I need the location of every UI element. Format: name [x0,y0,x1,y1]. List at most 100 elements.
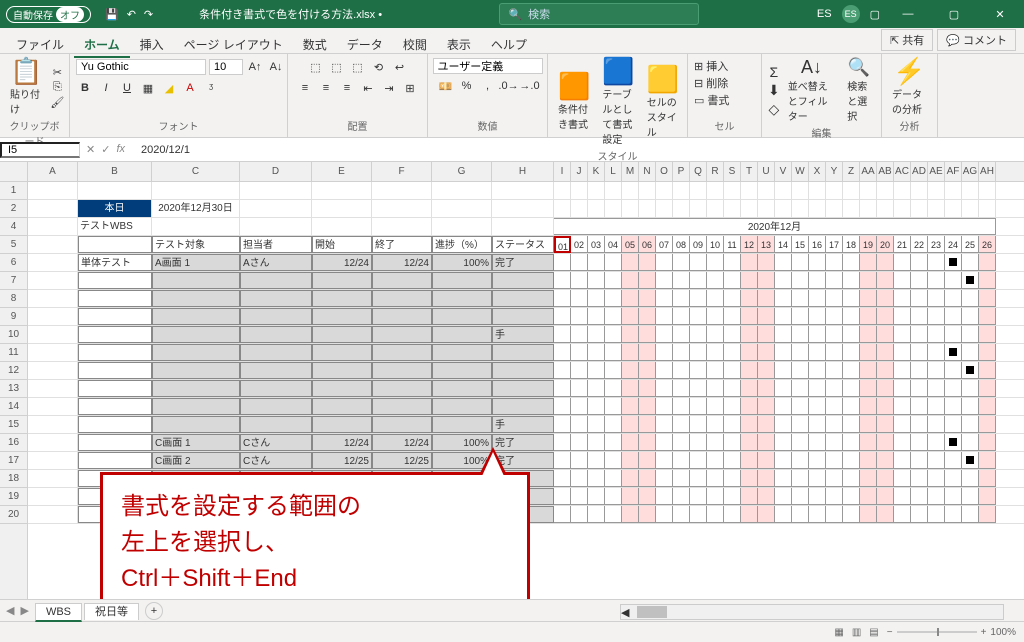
cell[interactable] [843,344,860,361]
cell[interactable] [894,488,911,505]
ribbon-mode-icon[interactable]: ▢ [870,8,880,21]
cell[interactable] [962,362,979,379]
cell[interactable] [554,344,571,361]
cell[interactable] [656,380,673,397]
cell[interactable] [945,254,962,271]
cell[interactable] [554,470,571,487]
col-header[interactable]: M [622,162,639,181]
cell[interactable] [860,182,877,199]
number-format[interactable] [433,58,543,74]
cell[interactable] [622,434,639,451]
save-icon[interactable]: 💾 [105,8,119,21]
cell[interactable] [656,434,673,451]
format-cells-button[interactable]: ▭ 書式 [694,92,729,108]
cell[interactable] [945,488,962,505]
cell[interactable] [432,308,492,325]
tab-ページ レイアウト[interactable]: ページ レイアウト [174,34,293,56]
cell[interactable]: 15 [792,236,809,253]
cell[interactable] [809,362,826,379]
cell[interactable] [928,362,945,379]
cell[interactable] [28,380,78,397]
cell[interactable] [240,272,312,289]
cell[interactable] [758,416,775,433]
cell[interactable] [894,452,911,469]
cell[interactable] [758,506,775,523]
page-layout-view-icon[interactable]: ▥ [852,627,861,638]
col-header[interactable]: N [639,162,656,181]
row-header[interactable]: 16 [0,434,27,452]
cell[interactable] [432,344,492,361]
cell[interactable] [775,434,792,451]
cell[interactable] [432,362,492,379]
cell[interactable] [588,488,605,505]
cell[interactable]: 06 [639,236,656,253]
cell[interactable] [911,362,928,379]
col-header[interactable]: F [372,162,432,181]
cell[interactable] [690,254,707,271]
cell[interactable] [240,416,312,433]
cell[interactable] [28,452,78,469]
cell[interactable] [979,470,996,487]
cell[interactable] [724,488,741,505]
normal-view-icon[interactable]: ▦ [834,627,843,638]
add-sheet-button[interactable]: + [145,602,163,620]
undo-icon[interactable]: ↶ [127,8,136,21]
col-header[interactable]: A [28,162,78,181]
cell[interactable] [928,200,945,217]
cell[interactable] [707,308,724,325]
cell[interactable] [372,200,432,217]
col-header[interactable]: T [741,162,758,181]
cell[interactable] [605,344,622,361]
cell[interactable] [809,308,826,325]
cell[interactable] [911,290,928,307]
cell[interactable] [809,452,826,469]
cell[interactable] [707,380,724,397]
cell[interactable]: 手 [492,326,554,343]
cell[interactable] [962,506,979,523]
cell[interactable] [656,182,673,199]
cell[interactable] [758,182,775,199]
cell[interactable] [605,362,622,379]
insert-cells-button[interactable]: ⊞ 挿入 [694,58,728,74]
cell[interactable] [639,290,656,307]
col-header[interactable]: AG [962,162,979,181]
cell[interactable] [240,362,312,379]
cell[interactable] [152,326,240,343]
col-header[interactable]: U [758,162,775,181]
cell[interactable] [656,470,673,487]
font-color-button[interactable]: A [181,79,199,97]
cell[interactable] [911,470,928,487]
cell[interactable] [605,182,622,199]
cell[interactable] [372,182,432,199]
cell[interactable] [945,290,962,307]
cell[interactable] [605,200,622,217]
col-header[interactable]: B [78,162,152,181]
cell[interactable] [28,488,78,505]
cell[interactable] [877,200,894,217]
cell[interactable] [588,182,605,199]
cell[interactable] [758,380,775,397]
cell[interactable] [707,434,724,451]
cell[interactable] [707,272,724,289]
cell[interactable] [894,416,911,433]
cell[interactable] [639,308,656,325]
cell[interactable] [78,398,152,415]
cell[interactable]: 12/25 [372,452,432,469]
cell[interactable] [656,398,673,415]
cell[interactable] [588,200,605,217]
cell[interactable] [724,290,741,307]
cell[interactable] [554,506,571,523]
cell[interactable] [843,290,860,307]
col-header[interactable]: Y [826,162,843,181]
cell[interactable] [911,254,928,271]
cell[interactable] [605,308,622,325]
decrease-font-icon[interactable]: A↓ [267,58,285,76]
cell[interactable] [792,398,809,415]
col-header[interactable]: O [656,162,673,181]
fill-color-button[interactable]: ◢ [160,79,178,97]
cell[interactable] [860,326,877,343]
dec-decimal-icon[interactable]: →.0 [521,77,539,95]
cell[interactable] [911,506,928,523]
currency-icon[interactable]: 💴 [437,77,455,95]
cell[interactable] [639,416,656,433]
